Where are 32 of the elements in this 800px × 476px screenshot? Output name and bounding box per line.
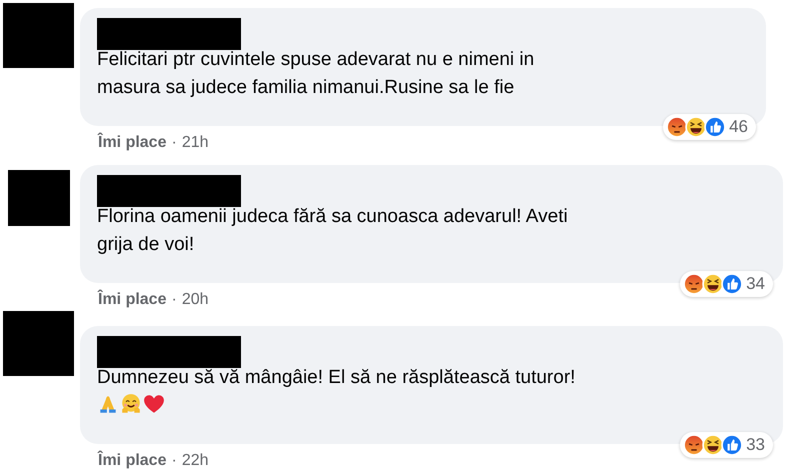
thumbs-up-icon — [721, 273, 744, 295]
laughing-face-icon — [702, 434, 724, 456]
like-link[interactable]: Îmi place — [98, 134, 166, 152]
comment-time[interactable]: 21h — [182, 134, 209, 152]
laughing-face-icon — [685, 116, 708, 138]
redacted-avatar — [3, 311, 74, 376]
thumbs-up-icon — [704, 116, 726, 138]
angry-face-icon — [683, 273, 706, 295]
angry-face-icon — [683, 434, 706, 456]
comment-time[interactable]: 22h — [182, 452, 209, 470]
reaction-summary[interactable]: 34 — [680, 271, 773, 297]
reaction-count: 34 — [746, 274, 765, 294]
like-link[interactable]: Îmi place — [98, 291, 166, 309]
reaction-summary[interactable]: 46 — [663, 114, 756, 140]
reaction-count: 33 — [746, 435, 765, 455]
redacted-avatar — [3, 3, 74, 68]
separator-dot: · — [171, 452, 177, 470]
laughing-face-icon — [702, 273, 724, 295]
separator-dot: · — [171, 134, 177, 152]
comment-time[interactable]: 20h — [182, 291, 209, 309]
like-link[interactable]: Îmi place — [98, 452, 166, 470]
heart-icon — [143, 393, 165, 415]
hugging-face-icon — [120, 393, 142, 415]
redacted-avatar — [8, 170, 70, 226]
comment-text: Florina oamenii judeca fără sa cunoasca adevarul! Aveti grija de voi! — [97, 205, 569, 257]
reaction-count: 46 — [729, 117, 748, 137]
thumbs-up-icon — [721, 434, 744, 456]
angry-face-icon — [666, 116, 688, 138]
reaction-summary[interactable]: 33 — [680, 432, 773, 458]
comment-text: Dumnezeu să vă mângâie! El să ne răsplătească tuturor! — [97, 366, 576, 390]
separator-dot: · — [171, 291, 177, 309]
comment-text: Felicitari ptr cuvintele spuse adevarat nu e nimeni in masura sa judece familia nimanui.Rusine sa le fie — [97, 48, 536, 100]
